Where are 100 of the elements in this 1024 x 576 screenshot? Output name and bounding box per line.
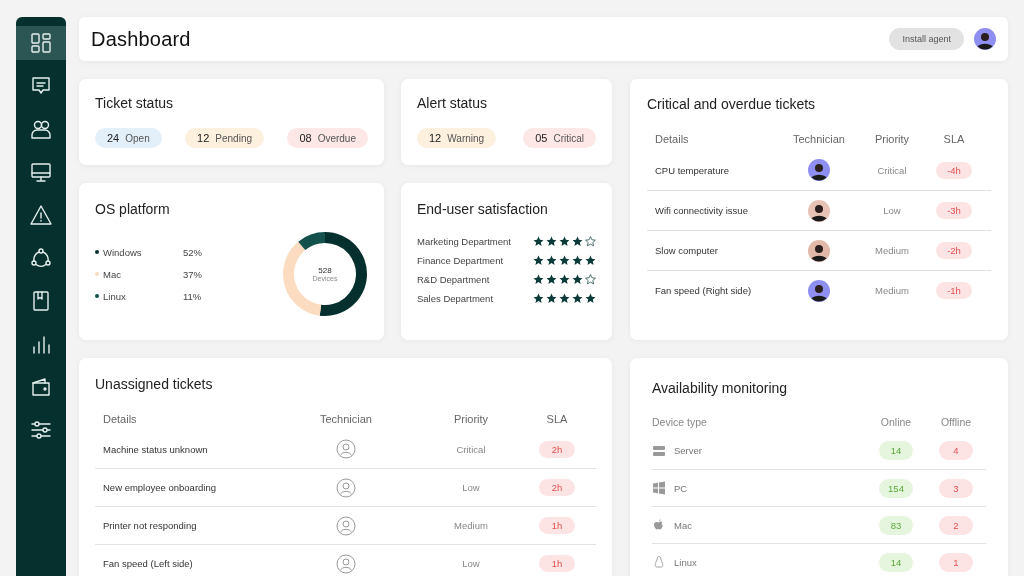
department-name: Marketing Department <box>417 236 511 247</box>
status-pill[interactable]: 12 Pending <box>185 128 265 148</box>
legend-label: Linux <box>103 290 127 302</box>
status-pill[interactable]: 24 Open <box>95 128 162 148</box>
status-label: Overdue <box>317 133 356 144</box>
legend-label: Windows <box>103 246 143 258</box>
filled-star-icon <box>559 236 570 247</box>
online-count: 154 <box>879 478 913 498</box>
card-title: End-user satisfaction <box>417 201 549 217</box>
status-label: Warning <box>447 133 485 144</box>
filled-star-icon <box>572 293 583 304</box>
card-title: Availability monitoring <box>652 380 789 396</box>
filled-star-icon <box>546 255 557 266</box>
filled-star-icon <box>533 236 544 247</box>
priority-text: Critical <box>876 164 908 176</box>
legend-percent: 37% <box>183 268 202 280</box>
page-title: Dashboard <box>91 27 192 51</box>
sla-badge: 1h <box>539 555 575 572</box>
priority-text: Low <box>882 205 902 216</box>
column-header: Online <box>879 416 913 428</box>
device-total: 528 <box>318 266 332 275</box>
status-count: 08 <box>299 132 312 144</box>
sla-badge: -3h <box>936 202 972 219</box>
legend-percent: 52% <box>183 246 202 258</box>
online-count: 14 <box>879 552 913 572</box>
department-name: Sales Department <box>417 293 494 304</box>
dashboard-icon <box>30 32 52 54</box>
status-count: 05 <box>535 132 548 144</box>
card-title: Alert status <box>417 95 489 111</box>
priority-text: Medium <box>874 245 910 256</box>
status-pill[interactable]: 12 Warning <box>417 128 497 148</box>
status-pill[interactable]: 08 Overdue <box>287 128 368 148</box>
ticket-details: CPU temperature <box>655 164 730 176</box>
apple-icon <box>652 518 666 532</box>
offline-count: 3 <box>939 478 973 498</box>
column-header: Details <box>103 413 138 425</box>
device-type: PC <box>674 482 688 494</box>
status-label: Pending <box>215 133 253 144</box>
ticket-details: Printer not responding <box>103 520 198 531</box>
user-avatar[interactable] <box>974 28 996 50</box>
priority-text: Critical <box>455 443 487 455</box>
install-agent-button[interactable]: Install agent <box>889 28 964 50</box>
device-type: Server <box>674 445 702 456</box>
status-count: 12 <box>429 132 442 144</box>
card-title: Unassigned tickets <box>95 376 214 392</box>
network-icon <box>30 247 52 269</box>
column-header: SLA <box>942 133 966 145</box>
filled-star-icon <box>559 255 570 266</box>
nav-item[interactable] <box>16 26 66 60</box>
status-count: 12 <box>197 132 210 144</box>
server-icon <box>652 443 666 458</box>
column-header: Priority <box>452 413 490 425</box>
sla-badge: 2h <box>539 479 575 496</box>
filled-star-icon <box>533 293 544 304</box>
filled-star-icon <box>546 293 557 304</box>
sliders-icon <box>30 419 52 441</box>
users-icon <box>30 118 52 140</box>
empty-user-icon <box>336 439 356 459</box>
filled-star-icon <box>546 236 557 247</box>
card-title: Ticket status <box>95 95 175 111</box>
ticket-details: Fan speed (Left side) <box>103 558 194 569</box>
priority-text: Low <box>461 482 481 493</box>
sla-badge: -2h <box>936 242 972 259</box>
priority-text: Medium <box>453 520 489 531</box>
column-header: Priority <box>873 133 911 145</box>
filled-star-icon <box>533 274 544 285</box>
wallet-icon <box>30 376 52 398</box>
offline-count: 4 <box>939 441 973 460</box>
online-count: 83 <box>879 515 913 535</box>
empty-star-icon <box>585 236 596 247</box>
linux-icon <box>652 555 666 569</box>
card-title: OS platform <box>95 201 171 217</box>
filled-star-icon <box>546 274 557 285</box>
sla-badge: 2h <box>539 440 575 458</box>
priority-text: Low <box>461 558 481 569</box>
sla-badge: 1h <box>539 517 575 534</box>
legend-label: Mac <box>103 268 122 280</box>
device-type: Mac <box>674 519 692 531</box>
filled-star-icon <box>572 274 583 285</box>
filled-star-icon <box>559 274 570 285</box>
status-pill[interactable]: 05 Critical <box>523 128 596 148</box>
empty-user-icon <box>336 515 356 536</box>
empty-user-icon <box>336 553 356 574</box>
bar-chart-icon <box>30 333 52 355</box>
status-label: Critical <box>553 133 584 144</box>
empty-user-icon <box>336 477 356 498</box>
column-header: Device type <box>652 416 708 428</box>
ticket-details: Slow computer <box>655 245 719 256</box>
legend-percent: 11% <box>183 290 202 302</box>
online-count: 14 <box>879 441 913 460</box>
sla-badge: -1h <box>936 282 972 299</box>
ticket-details: New employee onboarding <box>103 482 218 493</box>
department-name: Finance Department <box>417 255 504 266</box>
column-header: Offline <box>939 416 973 428</box>
column-header: Details <box>655 133 690 145</box>
warning-icon <box>30 204 52 226</box>
department-name: R&D Department <box>417 274 490 285</box>
offline-count: 2 <box>939 515 973 535</box>
column-header: SLA <box>545 413 569 425</box>
sla-badge: -4h <box>936 161 972 179</box>
